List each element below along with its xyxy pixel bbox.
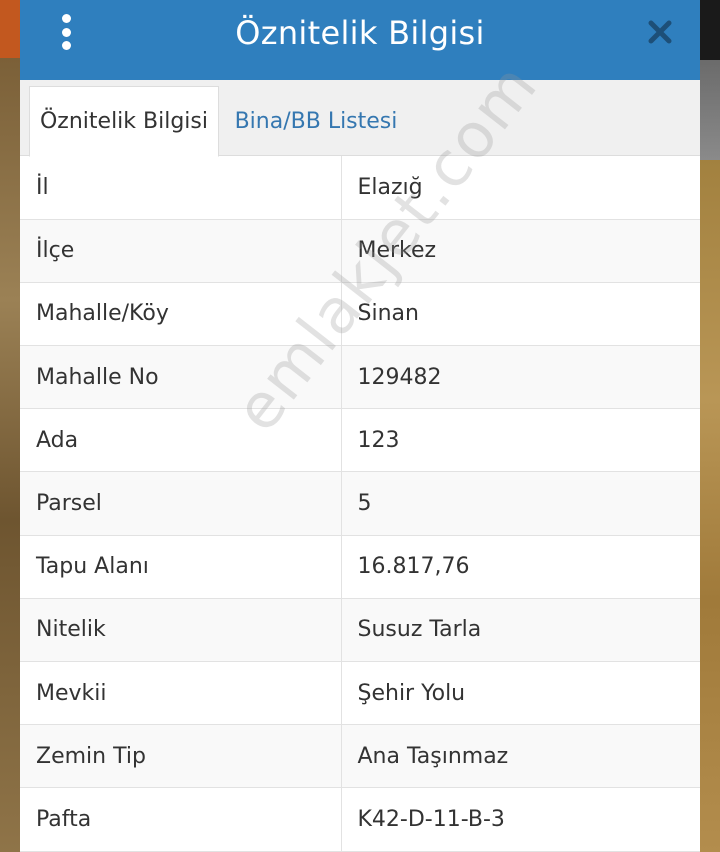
table-row: İlçe Merkez	[20, 219, 700, 283]
attribute-value: 16.817,76	[341, 535, 700, 599]
attribute-key: Mahalle/Köy	[20, 282, 342, 347]
attribute-value: Sinan	[341, 282, 700, 347]
attribute-value: 123	[341, 408, 700, 473]
table-row: Ada 123	[20, 408, 700, 473]
attribute-key: Tapu Alanı	[20, 535, 342, 599]
attribute-value: Elazığ	[341, 156, 700, 220]
dialog-title: Öznitelik Bilgisi	[235, 14, 485, 52]
attribute-dialog: Öznitelik Bilgisi Öznitelik Bilgisi Bina…	[20, 0, 700, 852]
attribute-key: Pafta	[20, 787, 342, 852]
attribute-key: Zemin Tip	[20, 724, 342, 789]
table-row: Parsel 5	[20, 471, 700, 536]
attribute-value: K42-D-11-B-3	[341, 787, 700, 852]
table-row: Mahalle/Köy Sinan	[20, 282, 700, 347]
attribute-key: Parsel	[20, 471, 342, 536]
tab-attribute-info[interactable]: Öznitelik Bilgisi	[29, 86, 219, 157]
attribute-value: Ana Taşınmaz	[341, 724, 700, 789]
tab-bar: Öznitelik Bilgisi Bina/BB Listesi	[20, 80, 700, 157]
table-row: Zemin Tip Ana Taşınmaz	[20, 724, 700, 789]
table-row: Mevkii Şehir Yolu	[20, 661, 700, 726]
attribute-value: Merkez	[341, 219, 700, 283]
attribute-value: 5	[341, 471, 700, 536]
map-background-left	[0, 0, 20, 852]
attribute-key: Ada	[20, 408, 342, 473]
attribute-value: Şehir Yolu	[341, 661, 700, 726]
table-row: Nitelik Susuz Tarla	[20, 598, 700, 663]
attribute-key: İlçe	[20, 219, 342, 283]
attribute-value: Susuz Tarla	[341, 598, 700, 663]
attribute-key: Mahalle No	[20, 345, 342, 410]
dialog-header: Öznitelik Bilgisi	[20, 0, 700, 80]
table-row: Mahalle No 129482	[20, 345, 700, 410]
more-vertical-icon[interactable]	[56, 14, 76, 50]
attribute-key: Nitelik	[20, 598, 342, 663]
attribute-key: Mevkii	[20, 661, 342, 726]
attribute-key: İl	[20, 156, 342, 220]
attribute-table: İl Elazığ İlçe Merkez Mahalle/Köy Sinan …	[20, 156, 700, 852]
close-icon[interactable]	[642, 14, 678, 50]
table-row: Tapu Alanı 16.817,76	[20, 535, 700, 599]
map-background-right	[700, 0, 720, 852]
table-row: Pafta K42-D-11-B-3	[20, 787, 700, 852]
tab-building-list[interactable]: Bina/BB Listesi	[224, 86, 408, 157]
attribute-value: 129482	[341, 345, 700, 410]
table-row: İl Elazığ	[20, 156, 700, 220]
